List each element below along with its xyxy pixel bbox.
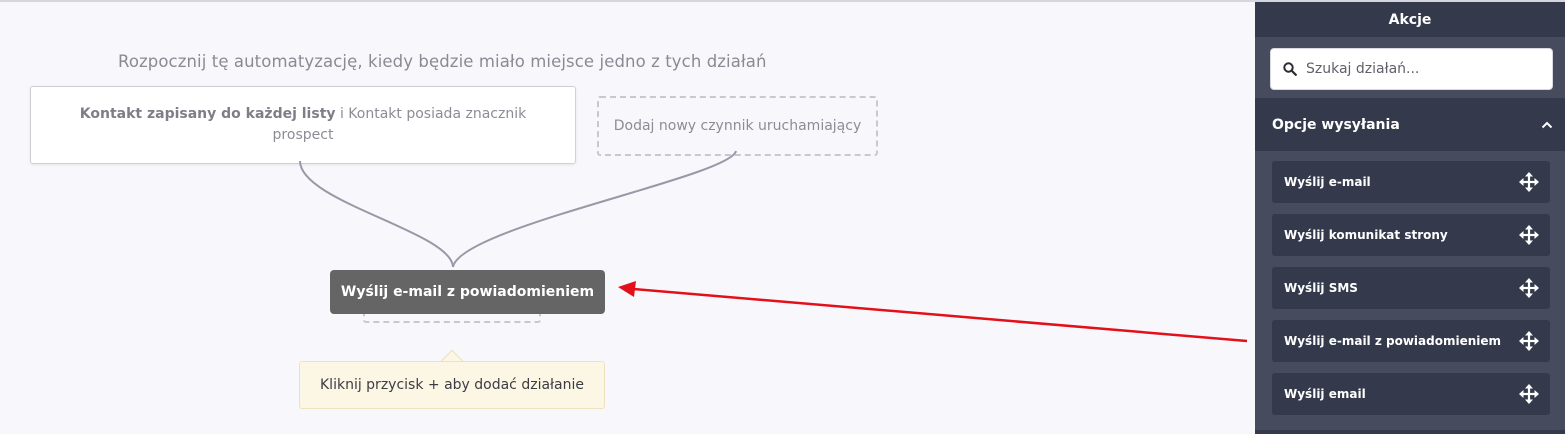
sidebar-title: Akcje	[1255, 2, 1565, 37]
sidebar-bottom-edge	[1255, 430, 1565, 434]
section-toggle-send-options[interactable]: Opcje wysyłania	[1255, 98, 1565, 151]
move-icon[interactable]	[1519, 278, 1539, 298]
action-item-send-email-2[interactable]: Wyślij email	[1272, 373, 1550, 415]
automation-canvas[interactable]: Rozpocznij tę automatyzację, kiedy będzi…	[0, 2, 1255, 434]
action-item-label: Wyślij e-mail	[1284, 175, 1371, 189]
action-item-send-notification-email[interactable]: Wyślij e-mail z powiadomieniem	[1272, 320, 1550, 362]
move-icon[interactable]	[1519, 331, 1539, 351]
move-icon[interactable]	[1519, 225, 1539, 245]
actions-sidebar: Akcje Opcje wysyłania Wyślij e-mail Wyśl…	[1255, 2, 1565, 434]
search-icon	[1283, 62, 1297, 76]
add-action-tooltip: Kliknij przycisk + aby dodać działanie	[299, 361, 605, 409]
action-list: Wyślij e-mail Wyślij komunikat strony Wy…	[1272, 161, 1550, 426]
search-box[interactable]	[1270, 48, 1553, 90]
action-item-send-site-message[interactable]: Wyślij komunikat strony	[1272, 214, 1550, 256]
action-item-label: Wyślij email	[1284, 387, 1366, 401]
move-icon[interactable]	[1519, 172, 1539, 192]
action-item-label: Wyślij e-mail z powiadomieniem	[1284, 334, 1502, 348]
connector-lines	[299, 150, 737, 268]
action-item-send-email[interactable]: Wyślij e-mail	[1272, 161, 1550, 203]
search-input[interactable]	[1306, 61, 1546, 77]
chevron-up-icon	[1541, 121, 1553, 128]
action-node-send-notification-email[interactable]: Wyślij e-mail z powiadomieniem	[330, 270, 605, 314]
section-label: Opcje wysyłania	[1272, 116, 1400, 133]
move-icon[interactable]	[1519, 384, 1539, 404]
action-item-label: Wyślij SMS	[1284, 281, 1358, 295]
action-item-send-sms[interactable]: Wyślij SMS	[1272, 267, 1550, 309]
action-item-label: Wyślij komunikat strony	[1284, 228, 1448, 242]
